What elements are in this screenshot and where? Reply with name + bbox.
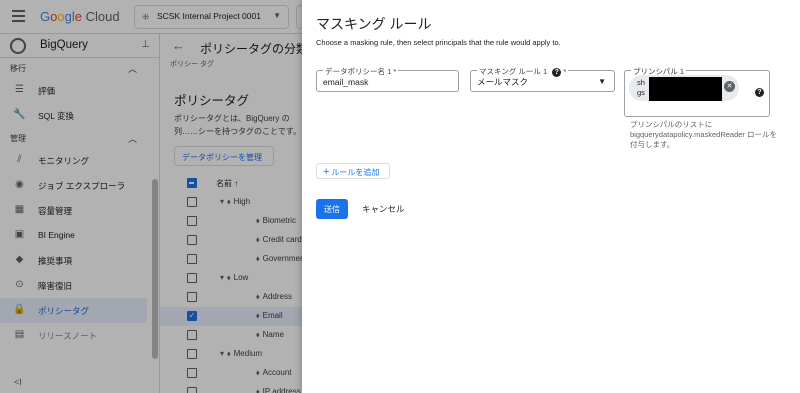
help-icon[interactable]: ? bbox=[552, 68, 562, 77]
dropdown-arrow-icon: ▼ bbox=[598, 77, 606, 86]
plus-icon: + bbox=[323, 166, 330, 178]
principal-field[interactable]: プリンシパル 1 sh gs ✕ bbox=[624, 66, 770, 117]
masking-rule-value: メールマスク bbox=[477, 77, 529, 87]
principal-chip[interactable]: sh gs ✕ bbox=[629, 75, 739, 101]
cancel-button[interactable]: キャンセル bbox=[362, 203, 405, 215]
masking-rule-select[interactable]: マスキング ルール 1 ? * メールマスク ▼ bbox=[470, 66, 615, 92]
data-policy-name-label: データポリシー名 1 * bbox=[323, 66, 399, 77]
principal-chip-text: sh gs bbox=[637, 78, 645, 97]
redacted-block bbox=[649, 77, 722, 101]
masking-rule-panel: マスキング ルール Choose a masking rule, then se… bbox=[302, 0, 800, 393]
principal-help-icon[interactable]: ? bbox=[755, 88, 764, 97]
panel-title: マスキング ルール bbox=[316, 16, 432, 32]
principal-hint: プリンシパルのリストに bigquerydatapolicy.maskedRea… bbox=[630, 120, 778, 149]
add-rule-button[interactable]: + ルールを追加 bbox=[316, 163, 390, 179]
panel-subtitle: Choose a masking rule, then select princ… bbox=[316, 38, 561, 47]
submit-button[interactable]: 送信 bbox=[316, 199, 348, 219]
data-policy-name-field[interactable]: データポリシー名 1 * email_mask bbox=[316, 66, 459, 92]
remove-chip-icon[interactable]: ✕ bbox=[724, 81, 735, 92]
data-policy-name-value: email_mask bbox=[323, 77, 369, 87]
